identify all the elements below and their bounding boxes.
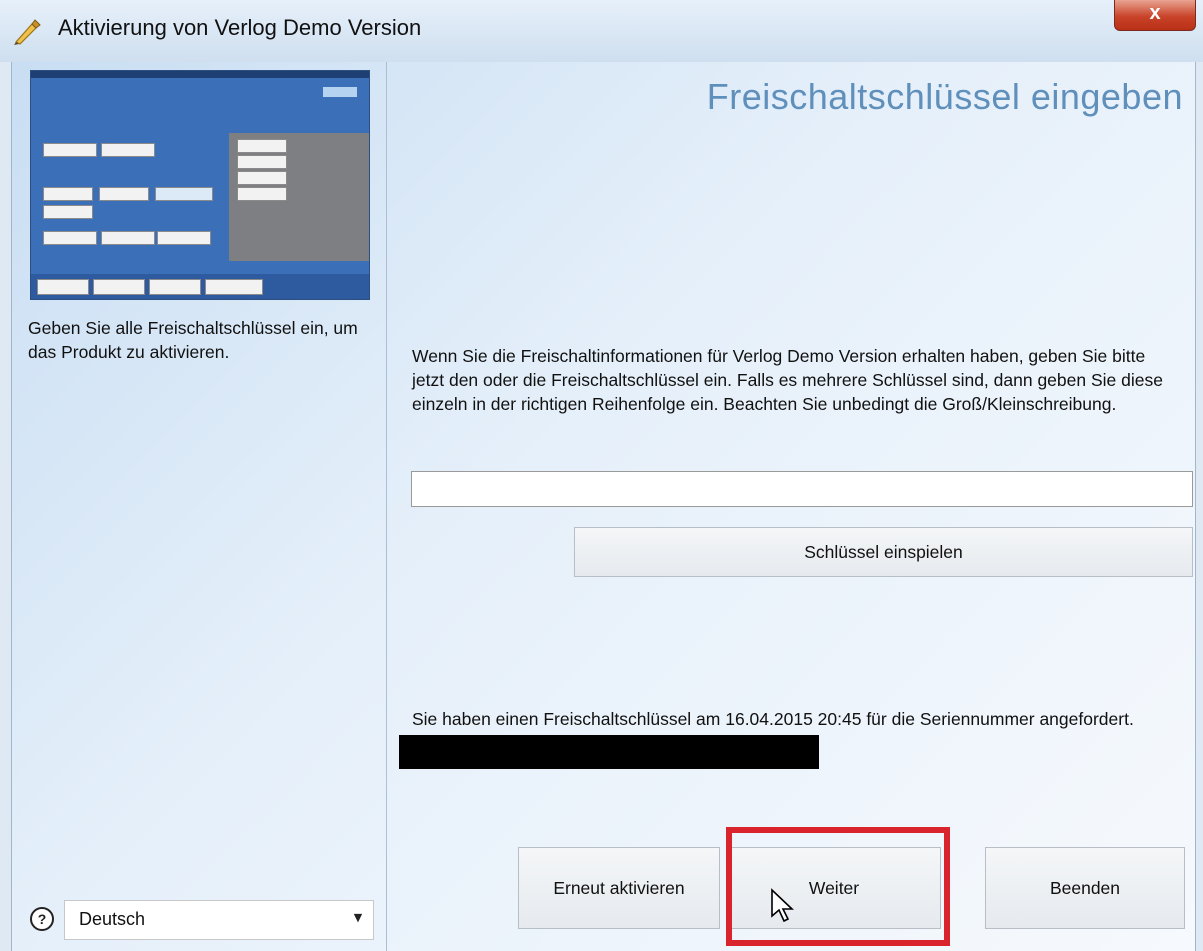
key-pencil-icon [14,19,41,45]
redacted-serial-number [399,735,819,769]
product-screenshot-image [30,70,370,300]
quit-button[interactable]: Beenden [985,847,1185,929]
dialog-body: Geben Sie alle Freischaltschlüssel ein, … [11,62,1196,951]
panel-divider [386,62,387,951]
mouse-cursor-icon [771,888,795,923]
page-title: Freischaltschlüssel eingeben [706,76,1183,117]
title-bar: Aktivierung von Verlog Demo Version x [0,0,1203,62]
instructions-text: Wenn Sie die Freischaltinformationen für… [412,346,1163,414]
chevron-down-icon[interactable]: ▼ [349,911,367,929]
language-value: Deutsch [79,909,146,929]
reactivate-button[interactable]: Erneut aktivieren [518,847,720,929]
close-button[interactable]: x [1114,0,1196,31]
help-icon[interactable]: ? [30,907,54,931]
activation-hint: Geben Sie alle Freischaltschlüssel ein, … [28,318,358,362]
language-select[interactable]: Deutsch ▼ [64,900,374,940]
activation-key-input[interactable] [411,471,1193,507]
highlight-box [726,827,950,946]
apply-key-button[interactable]: Schlüssel einspielen [574,527,1193,577]
window-title: Aktivierung von Verlog Demo Version [58,15,422,40]
